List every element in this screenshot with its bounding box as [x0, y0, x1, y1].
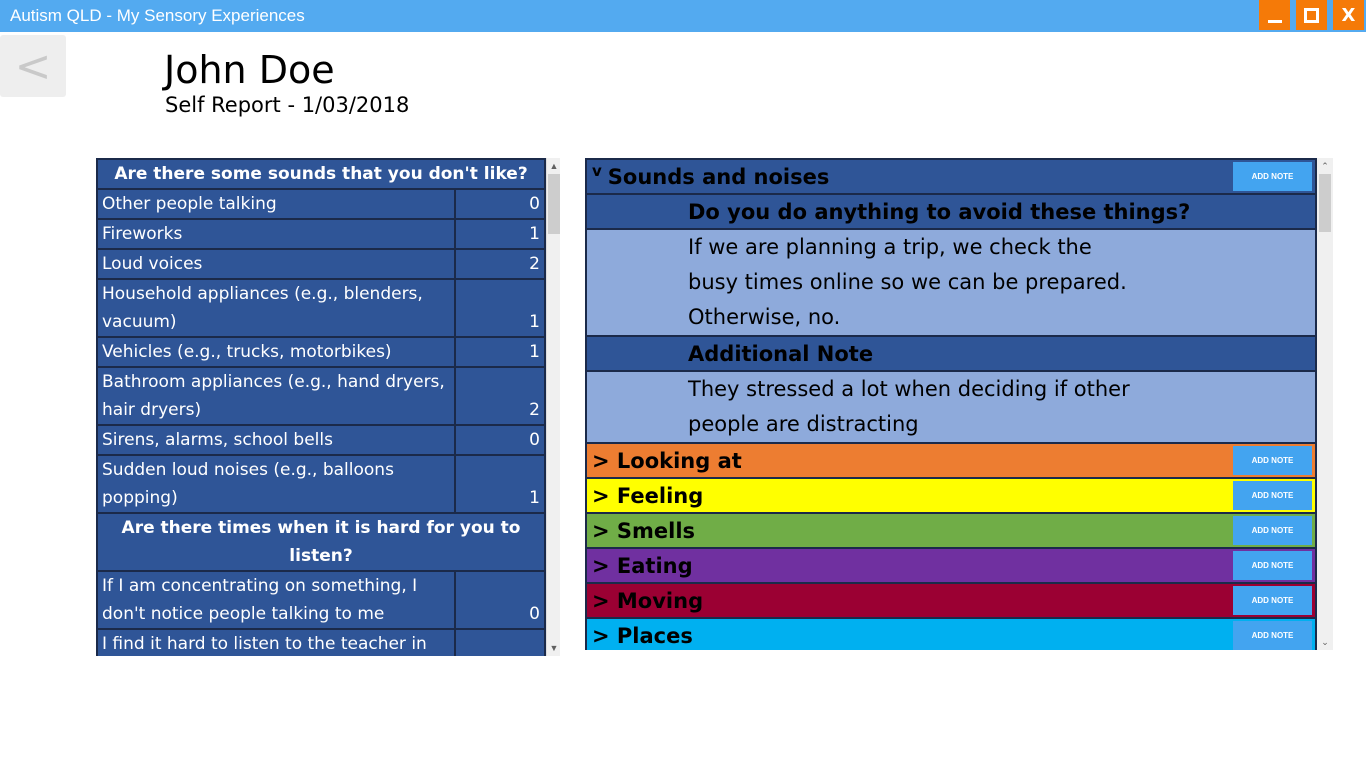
table-row: I find it hard to listen to the teacher … [96, 628, 546, 656]
item-value: 0 [454, 188, 546, 220]
detail-line: people are distracting [688, 412, 919, 436]
category-label: > Feeling [592, 484, 704, 508]
scroll-up-arrow-icon[interactable]: ⌃ [1317, 158, 1333, 174]
categories-panel[interactable]: v Sounds and noises ADD NOTE Do you do anyt… [585, 158, 1333, 650]
item-label: Household appliances (e.g., blenders, va… [96, 278, 456, 338]
item-value: 2 [454, 366, 546, 426]
add-note-button[interactable]: ADD NOTE [1233, 446, 1312, 475]
category-row[interactable]: > Eating ADD NOTE [585, 549, 1317, 584]
item-value: 1 [454, 336, 546, 368]
detail-line: If we are planning a trip, we check the [688, 235, 1092, 259]
categories-scrollbar[interactable]: ⌃ ⌄ [1317, 158, 1333, 650]
item-label: Sirens, alarms, school bells [96, 424, 456, 456]
category-title: Sounds and noises [607, 165, 830, 189]
category-sounds-and-noises[interactable]: v Sounds and noises ADD NOTE [585, 158, 1317, 195]
add-note-button[interactable]: ADD NOTE [1233, 516, 1312, 545]
report-subtitle: Self Report - 1/03/2018 [165, 93, 410, 117]
back-button[interactable]: < [0, 35, 66, 97]
close-icon: X [1341, 4, 1356, 26]
add-note-button[interactable]: ADD NOTE [1233, 481, 1312, 510]
detail-line: They stressed a lot when deciding if oth… [688, 377, 1130, 401]
table-row: Loud voices 2 [96, 248, 546, 280]
category-label: v Sounds and noises [592, 160, 829, 195]
detail-text: They stressed a lot when deciding if oth… [585, 372, 1317, 444]
category-label: > Looking at [592, 449, 742, 473]
question-row: Are there some sounds that you don't lik… [96, 158, 546, 190]
item-label: Vehicles (e.g., trucks, motorbikes) [96, 336, 456, 368]
app-title: Autism QLD - My Sensory Experiences [10, 6, 305, 25]
add-note-button[interactable]: ADD NOTE [1233, 586, 1312, 615]
question-row: Are there times when it is hard for you … [96, 512, 546, 572]
minimize-icon [1267, 19, 1282, 23]
item-value: 2 [454, 248, 546, 280]
add-note-button[interactable]: ADD NOTE [1233, 621, 1312, 650]
responses-table: Are there some sounds that you don't lik… [96, 158, 546, 656]
scroll-down-arrow-icon[interactable]: ⌄ [1317, 634, 1333, 650]
back-arrow-icon: < [14, 40, 52, 92]
category-label: > Eating [592, 554, 693, 578]
detail-heading: Do you do anything to avoid these things… [585, 195, 1317, 230]
scroll-up-arrow-icon[interactable]: ▲ [547, 158, 560, 174]
item-value: 1 [454, 218, 546, 250]
item-value: 0 [454, 570, 546, 630]
table-row: Bathroom appliances (e.g., hand dryers, … [96, 366, 546, 426]
maximize-icon [1304, 7, 1319, 23]
responses-scrollbar[interactable]: ▲ ▼ [546, 158, 560, 656]
detail-text: If we are planning a trip, we check the b… [585, 230, 1317, 337]
add-note-button[interactable]: ADD NOTE [1233, 551, 1312, 580]
detail-heading: Additional Note [585, 337, 1317, 372]
categories-list: v Sounds and noises ADD NOTE Do you do anyt… [585, 158, 1317, 650]
item-label: Bathroom appliances (e.g., hand dryers, … [96, 366, 456, 426]
title-bar: Autism QLD - My Sensory Experiences [0, 0, 1366, 32]
scrollbar-thumb[interactable] [548, 174, 560, 234]
table-row: Sudden loud noises (e.g., balloons poppi… [96, 454, 546, 514]
table-row: Other people talking 0 [96, 188, 546, 220]
collapse-toggle-icon[interactable]: v [592, 162, 602, 180]
table-row: Fireworks 1 [96, 218, 546, 250]
category-row[interactable]: > Moving ADD NOTE [585, 584, 1317, 619]
minimize-button[interactable] [1259, 0, 1290, 30]
table-row: If I am concentrating on something, I do… [96, 570, 546, 630]
detail-line: busy times online so we can be prepared. [688, 270, 1127, 294]
detail-line: Otherwise, no. [688, 305, 841, 329]
table-row: Sirens, alarms, school bells 0 [96, 424, 546, 456]
item-value: 1 [454, 278, 546, 338]
person-name: John Doe [164, 48, 335, 92]
table-row: Household appliances (e.g., blenders, va… [96, 278, 546, 338]
category-label: > Places [592, 624, 693, 648]
category-row[interactable]: > Smells ADD NOTE [585, 514, 1317, 549]
item-label: Other people talking [96, 188, 456, 220]
item-value: 1 [454, 454, 546, 514]
scroll-down-arrow-icon[interactable]: ▼ [547, 640, 560, 656]
category-label: > Smells [592, 519, 696, 543]
category-row[interactable]: > Places ADD NOTE [585, 619, 1317, 650]
item-label: Fireworks [96, 218, 456, 250]
scrollbar-thumb[interactable] [1319, 174, 1331, 232]
item-value: 1 [454, 628, 546, 656]
maximize-button[interactable] [1296, 0, 1327, 30]
question-heading: Are there some sounds that you don't lik… [96, 158, 546, 190]
category-row[interactable]: > Looking at ADD NOTE [585, 444, 1317, 479]
item-label: If I am concentrating on something, I do… [96, 570, 456, 630]
item-label: I find it hard to listen to the teacher … [96, 628, 456, 656]
add-note-button[interactable]: ADD NOTE [1233, 162, 1312, 191]
category-label: > Moving [592, 589, 704, 613]
item-label: Loud voices [96, 248, 456, 280]
item-label: Sudden loud noises (e.g., balloons poppi… [96, 454, 456, 514]
responses-table-panel[interactable]: Are there some sounds that you don't lik… [96, 158, 560, 656]
item-value: 0 [454, 424, 546, 456]
category-row[interactable]: > Feeling ADD NOTE [585, 479, 1317, 514]
close-button[interactable]: X [1333, 0, 1364, 30]
table-row: Vehicles (e.g., trucks, motorbikes) 1 [96, 336, 546, 368]
question-heading: Are there times when it is hard for you … [96, 512, 546, 572]
